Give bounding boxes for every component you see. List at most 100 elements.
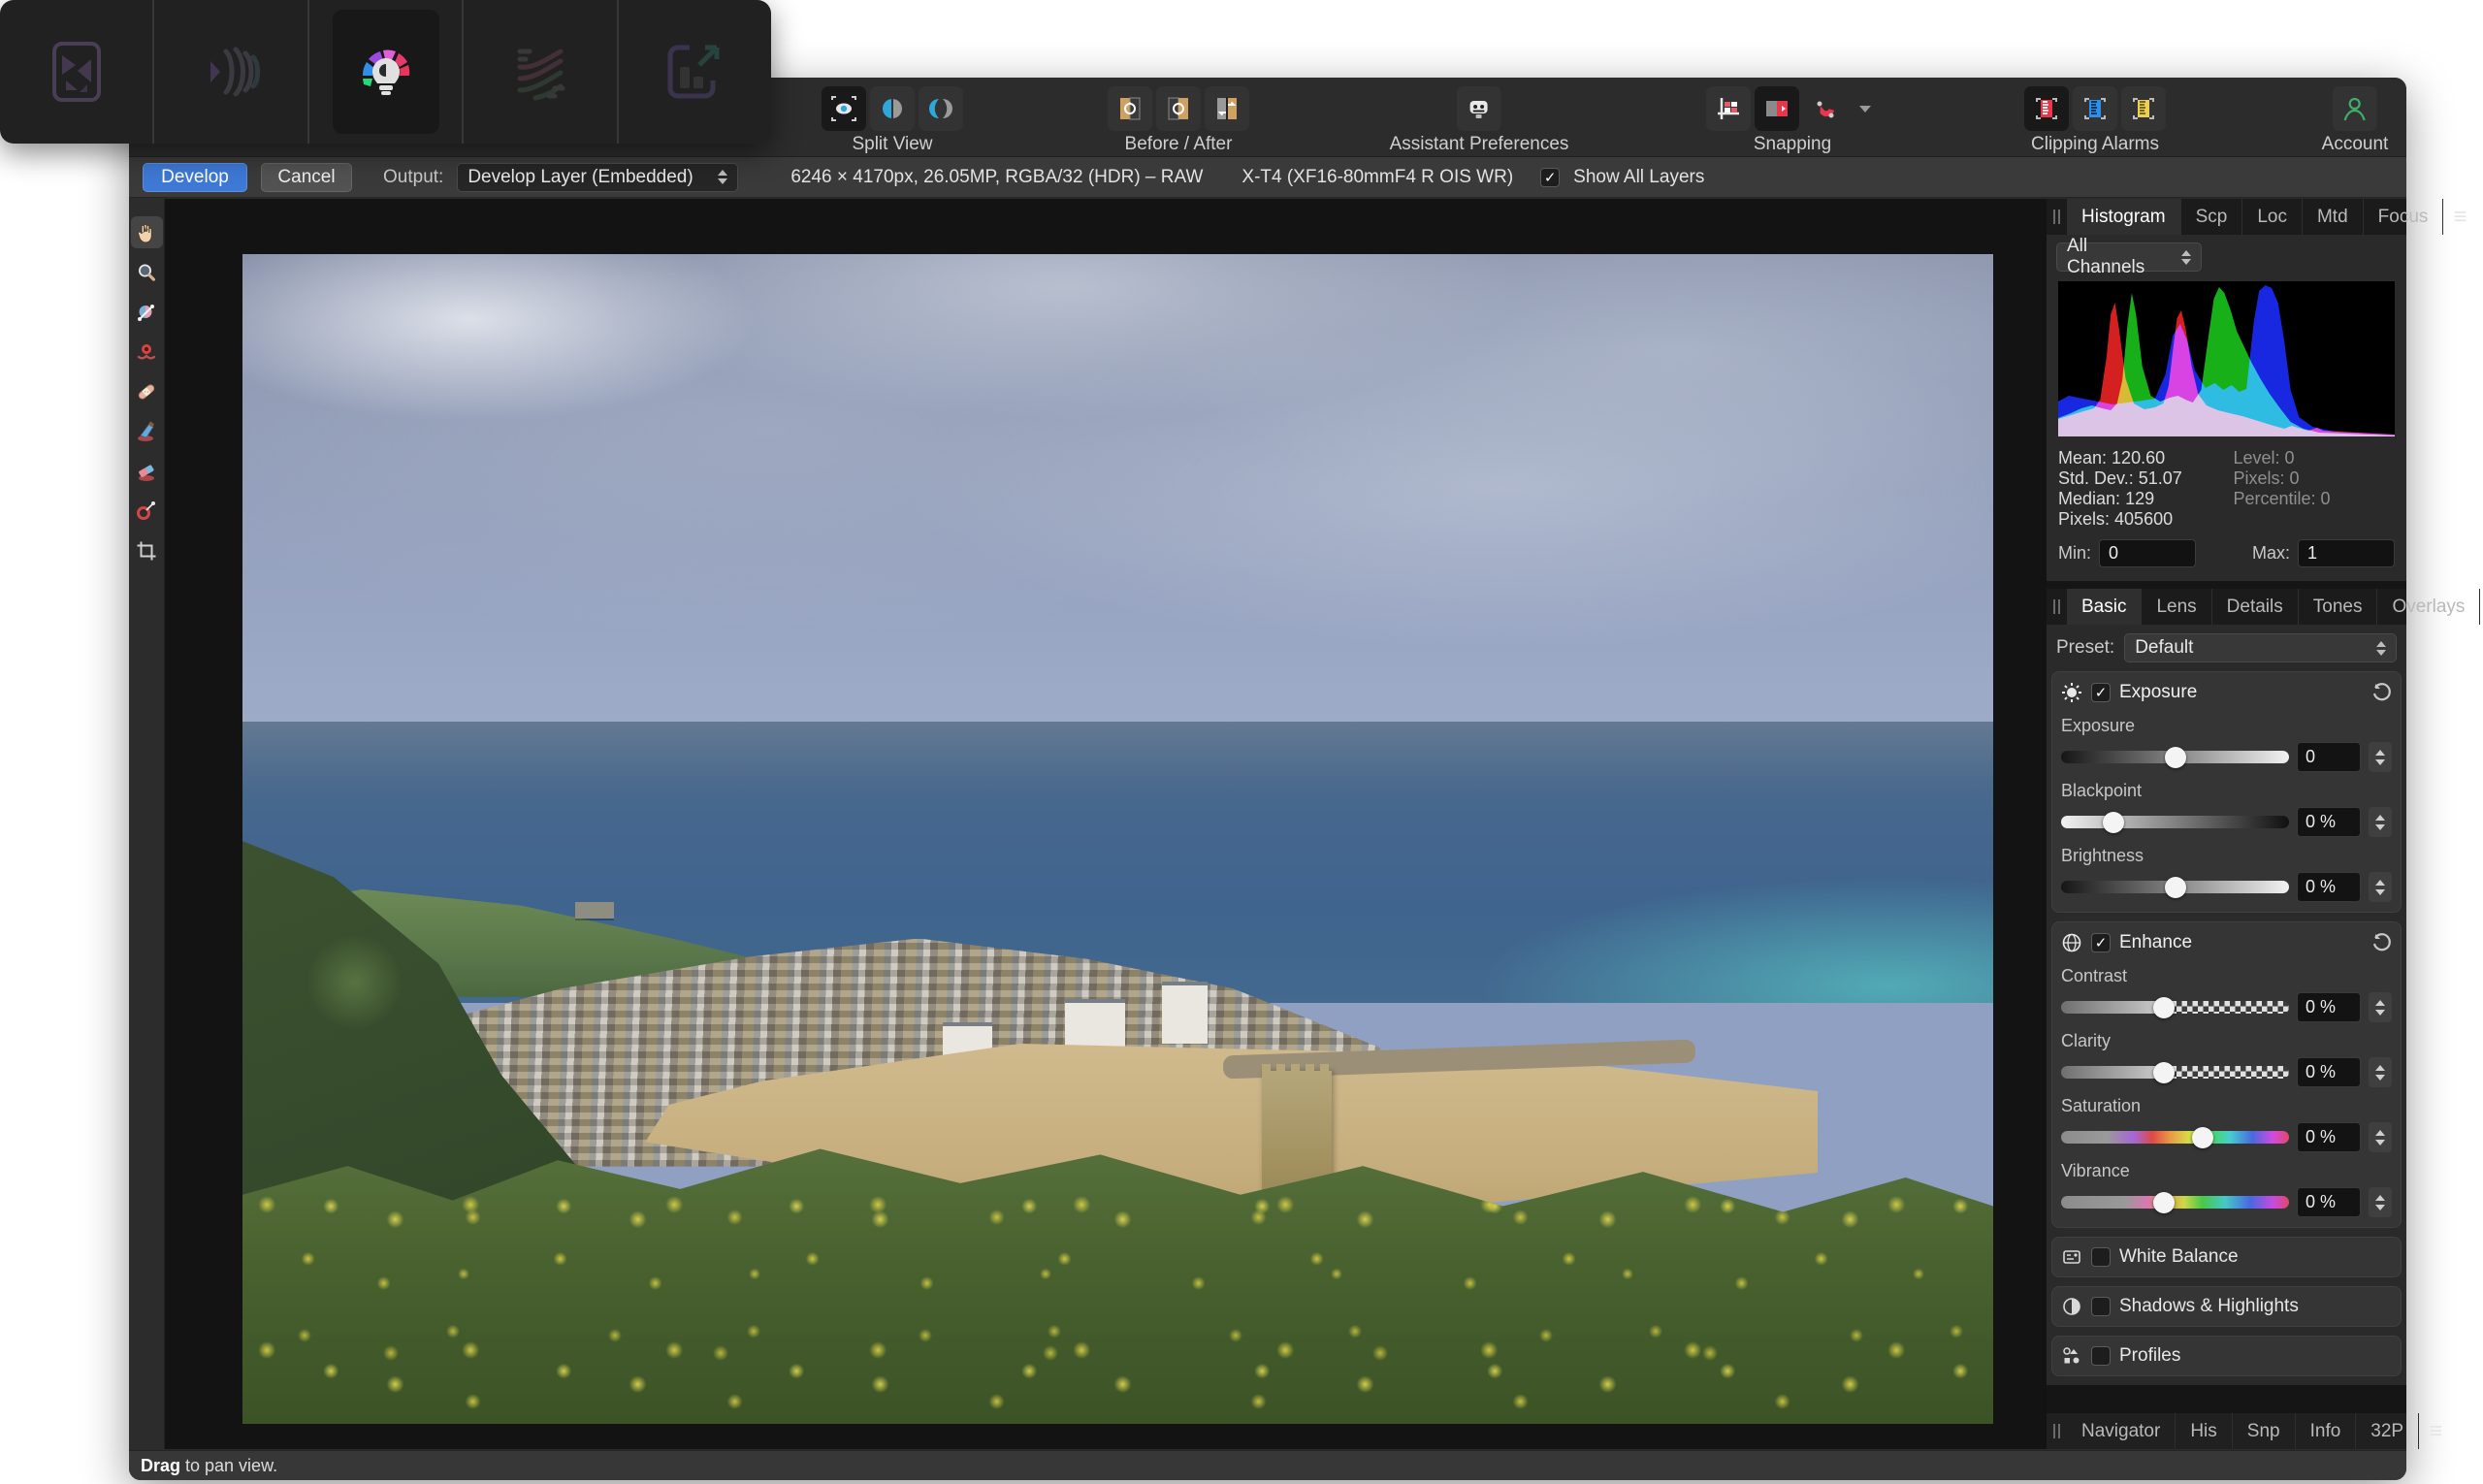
split-view-mirror-button[interactable] xyxy=(919,86,963,131)
panel-menu-icon[interactable]: ≡ xyxy=(2443,204,2476,231)
develop-button[interactable]: Develop xyxy=(143,163,247,192)
slider-value[interactable]: 0 % xyxy=(2297,1122,2361,1152)
snapping-magnet-button[interactable] xyxy=(1803,86,1848,131)
eye-single-view-icon xyxy=(829,94,858,123)
slider-label: Brightness xyxy=(2061,846,2392,866)
white-balance-checkbox[interactable] xyxy=(2091,1247,2111,1267)
slider-thumb[interactable] xyxy=(2192,1127,2213,1148)
snapping-grid-button[interactable] xyxy=(1706,86,1751,131)
overlay-paint-tool-button[interactable] xyxy=(131,415,163,447)
view-tool-button[interactable] xyxy=(131,216,163,248)
tab-scope[interactable]: Scp xyxy=(2181,199,2243,235)
tab-basic[interactable]: Basic xyxy=(2067,589,2142,625)
crop-tool-button[interactable] xyxy=(131,534,163,566)
enhance-enabled-checkbox[interactable] xyxy=(2091,933,2111,952)
channel-select-value: All Channels xyxy=(2067,236,2170,278)
persona-develop[interactable] xyxy=(307,0,462,144)
overlay-erase-tool-button[interactable] xyxy=(131,455,163,487)
max-input[interactable]: 1 xyxy=(2298,539,2395,567)
profiles-section[interactable]: Profiles xyxy=(2051,1336,2402,1376)
before-after-left-button[interactable] xyxy=(1108,86,1152,131)
slider-value[interactable]: 0 % xyxy=(2297,992,2361,1022)
tab-32-preview[interactable]: 32P xyxy=(2356,1413,2419,1449)
output-select[interactable]: Develop Layer (Embedded) xyxy=(457,163,738,192)
toolbar-group-label: Split View xyxy=(822,134,963,155)
tab-history[interactable]: His xyxy=(2176,1413,2232,1449)
slider-thumb[interactable] xyxy=(2165,747,2186,768)
profiles-checkbox[interactable] xyxy=(2091,1346,2111,1366)
blemish-removal-tool-button[interactable] xyxy=(131,375,163,407)
shadows-highlights-checkbox[interactable] xyxy=(2091,1297,2111,1316)
panel-grip-icon[interactable] xyxy=(2047,599,2067,614)
tab-info[interactable]: Info xyxy=(2296,1413,2357,1449)
tab-navigator[interactable]: Navigator xyxy=(2067,1413,2176,1449)
account-button[interactable] xyxy=(2333,86,2377,131)
tab-histogram[interactable]: Histogram xyxy=(2067,199,2181,235)
assistant-preferences-button[interactable] xyxy=(1457,86,1501,131)
clipping-saturation-button[interactable] xyxy=(2121,86,2166,131)
tab-location[interactable]: Loc xyxy=(2242,199,2303,235)
tab-focus[interactable]: Focus xyxy=(2364,199,2444,235)
before-after-right-button[interactable] xyxy=(1156,86,1201,131)
show-all-layers-checkbox[interactable] xyxy=(1540,168,1560,187)
slider-thumb[interactable] xyxy=(2153,1062,2175,1083)
channel-select[interactable]: All Channels xyxy=(2056,242,2202,272)
toolbar-group-account: Account xyxy=(2322,85,2389,155)
panel-grip-icon[interactable] xyxy=(2047,1424,2067,1438)
select-stepper-icon xyxy=(718,170,727,184)
affinity-photo-develop-persona: Split View xyxy=(0,0,2483,1484)
slider-value[interactable]: 0 xyxy=(2297,742,2361,772)
slider-stepper[interactable] xyxy=(2369,872,2392,902)
panel-grip-icon[interactable] xyxy=(2047,210,2067,224)
before-after-split-button[interactable] xyxy=(1205,86,1249,131)
toolbar-group-snapping: Snapping xyxy=(1706,85,1879,155)
zoom-tool-button[interactable] xyxy=(131,256,163,288)
slider-thumb[interactable] xyxy=(2153,1192,2175,1213)
slider-thumb[interactable] xyxy=(2103,812,2124,833)
panel-menu-icon[interactable]: ≡ xyxy=(2419,1418,2452,1445)
tab-overlays[interactable]: Overlays xyxy=(2377,589,2480,625)
tab-lens[interactable]: Lens xyxy=(2142,589,2211,625)
clipping-highlights-button[interactable] xyxy=(2073,86,2117,131)
vibrance-slider: 0 % xyxy=(2061,1187,2392,1217)
slider-value[interactable]: 0 % xyxy=(2297,872,2361,902)
tab-details[interactable]: Details xyxy=(2212,589,2299,625)
red-eye-removal-tool-button[interactable] xyxy=(131,336,163,368)
slider-stepper[interactable] xyxy=(2369,992,2392,1022)
slider-stepper[interactable] xyxy=(2369,1122,2392,1152)
snapping-options-chevron[interactable] xyxy=(1852,86,1879,131)
photo-canvas[interactable] xyxy=(165,199,2047,1449)
slider-thumb[interactable] xyxy=(2153,997,2175,1018)
slider-stepper[interactable] xyxy=(2369,1187,2392,1217)
slider-stepper[interactable] xyxy=(2369,742,2392,772)
slider-stepper[interactable] xyxy=(2369,1057,2392,1087)
slider-stepper[interactable] xyxy=(2369,807,2392,837)
white-balance-section[interactable]: White Balance xyxy=(2051,1237,2402,1277)
snapping-move-button[interactable] xyxy=(1755,86,1799,131)
split-view-split-button[interactable] xyxy=(870,86,915,131)
snap-move-icon xyxy=(1762,94,1791,123)
slider-thumb[interactable] xyxy=(2165,877,2186,898)
slider-value[interactable]: 0 % xyxy=(2297,1057,2361,1087)
min-input[interactable]: 0 xyxy=(2099,539,2196,567)
split-view-single-button[interactable] xyxy=(822,86,866,131)
cancel-button[interactable]: Cancel xyxy=(261,163,352,192)
enhance-reset-button[interactable] xyxy=(2370,932,2392,953)
slider-value[interactable]: 0 % xyxy=(2297,1187,2361,1217)
tab-snapshots[interactable]: Snp xyxy=(2233,1413,2296,1449)
white-balance-tool-button[interactable] xyxy=(131,296,163,328)
persona-photo[interactable] xyxy=(0,0,152,144)
exposure-enabled-checkbox[interactable] xyxy=(2091,683,2111,702)
tab-tones[interactable]: Tones xyxy=(2299,589,2378,625)
exposure-reset-button[interactable] xyxy=(2370,682,2392,703)
slider-value[interactable]: 0 % xyxy=(2297,807,2361,837)
preset-select[interactable]: Default xyxy=(2124,633,2397,662)
persona-export[interactable] xyxy=(617,0,771,144)
persona-liquify[interactable] xyxy=(152,0,306,144)
clipping-shadows-button[interactable] xyxy=(2024,86,2069,131)
overlay-gradient-tool-button[interactable] xyxy=(131,495,163,527)
shadows-highlights-section[interactable]: Shadows & Highlights xyxy=(2051,1286,2402,1327)
tab-metadata[interactable]: Mtd xyxy=(2303,199,2364,235)
persona-tone-mapping[interactable] xyxy=(462,0,616,144)
photo-foliage xyxy=(242,1144,1993,1424)
